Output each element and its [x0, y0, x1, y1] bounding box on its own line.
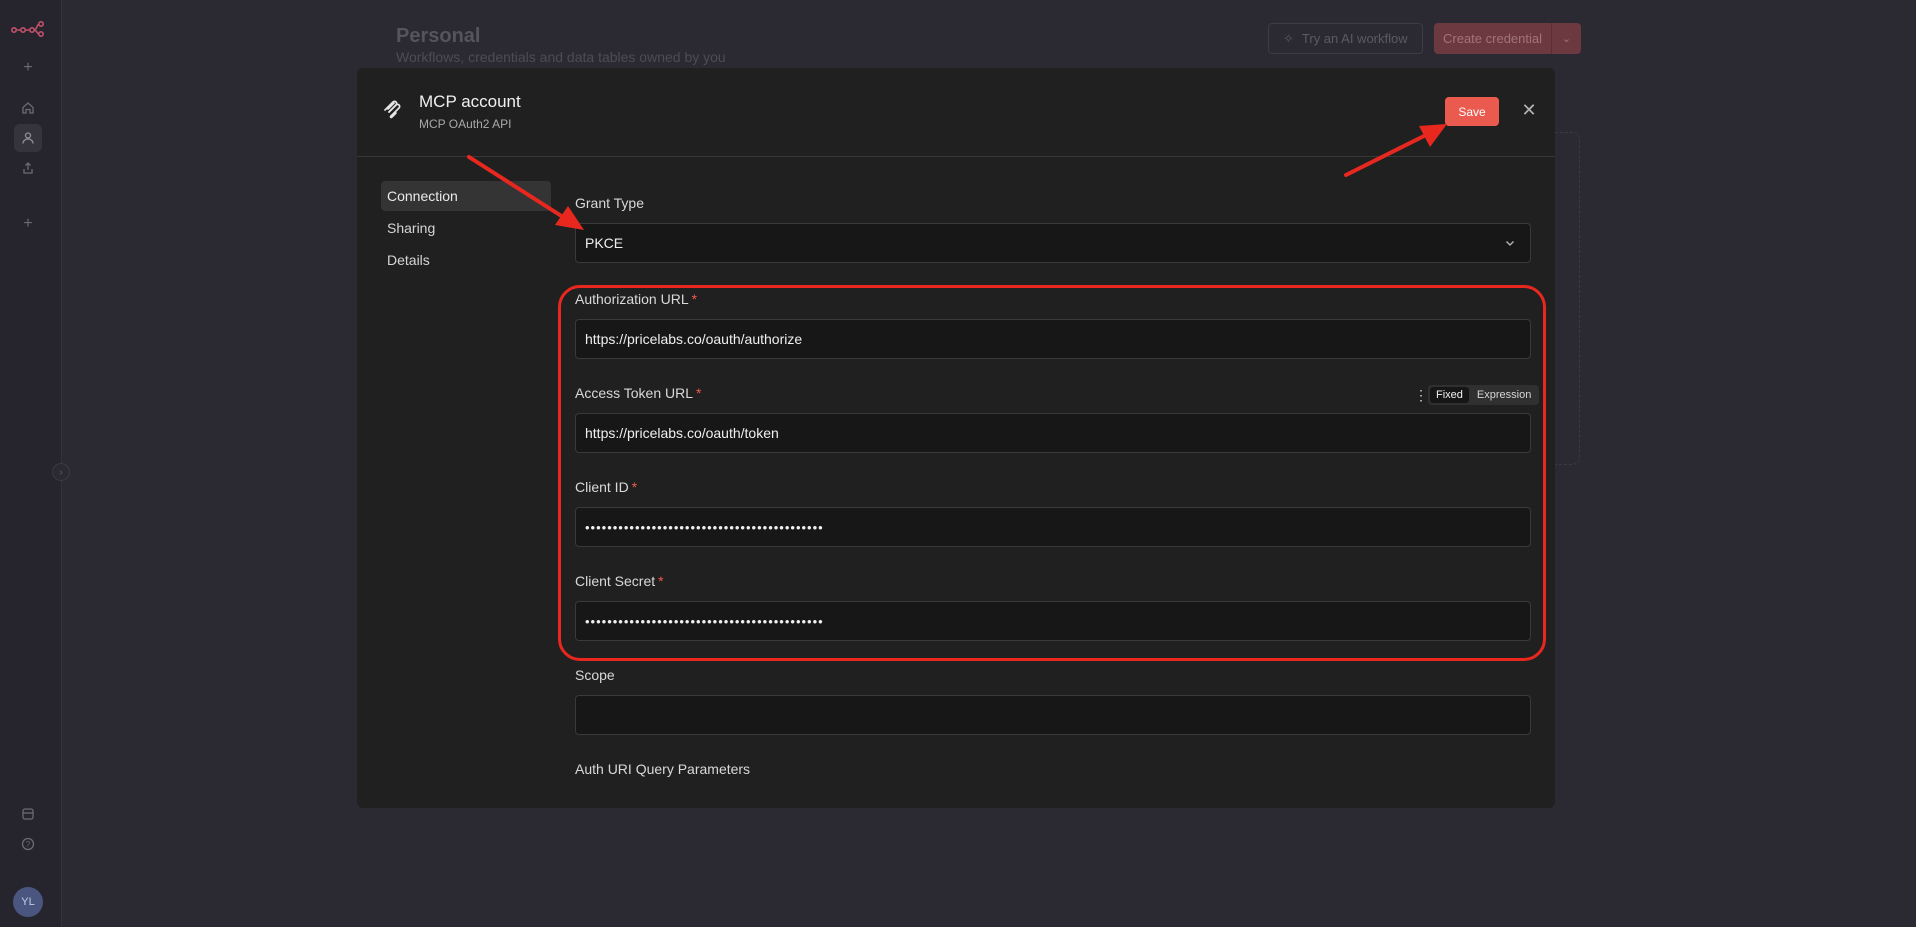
required-marker: * — [696, 385, 702, 401]
client-id-input[interactable]: ••••••••••••••••••••••••••••••••••••••••… — [575, 507, 1531, 547]
add-icon[interactable]: + — [14, 54, 42, 82]
help-icon[interactable]: ? — [14, 830, 42, 858]
required-marker: * — [631, 479, 638, 495]
n8n-logo[interactable] — [10, 19, 45, 42]
required-marker: * — [658, 573, 664, 589]
user-avatar[interactable]: YL — [13, 887, 43, 917]
mcp-icon — [382, 100, 404, 122]
required-marker: * — [691, 291, 698, 307]
mode-fixed[interactable]: Fixed — [1430, 387, 1469, 403]
client-id-label-text: Client ID — [575, 479, 629, 495]
chevron-down-icon — [1502, 235, 1518, 251]
try-ai-workflow-button[interactable]: ✧ Try an AI workflow — [1268, 23, 1423, 54]
create-credential-button[interactable]: Create credential — [1434, 23, 1551, 54]
grant-type-select[interactable]: PKCE — [575, 223, 1531, 263]
tab-details[interactable]: Details — [381, 245, 551, 275]
page-subtitle: Workflows, credentials and data tables o… — [396, 49, 726, 65]
left-sidebar: + + ? YL — [0, 0, 62, 927]
modal-subtitle: MCP OAuth2 API — [419, 117, 512, 131]
chevron-down-icon[interactable]: ⌄ — [1551, 23, 1581, 54]
user-icon[interactable] — [14, 124, 42, 152]
sidebar-collapse-icon[interactable]: › — [52, 463, 70, 481]
authorization-url-label-text: Authorization URL — [575, 291, 689, 307]
home-icon[interactable] — [14, 94, 42, 122]
field-mode-controls: ⋮ Fixed Expression — [1414, 385, 1540, 405]
tab-sharing[interactable]: Sharing — [381, 213, 551, 243]
page-title: Personal — [396, 25, 481, 47]
client-secret-label: Client Secret * — [575, 573, 664, 589]
mode-expression[interactable]: Expression — [1471, 387, 1537, 403]
sparkle-icon: ✧ — [1283, 30, 1294, 46]
authorization-url-input[interactable]: https://pricelabs.co/oauth/authorize — [575, 319, 1531, 359]
client-secret-input[interactable]: ••••••••••••••••••••••••••••••••••••••••… — [575, 601, 1531, 641]
auth-uri-query-params-label: Auth URI Query Parameters — [575, 761, 751, 777]
close-icon[interactable]: ✕ — [1517, 98, 1541, 122]
access-token-url-input[interactable]: https://pricelabs.co/oauth/token — [575, 413, 1531, 453]
credential-modal: MCP account MCP OAuth2 API Save ✕ Connec… — [357, 68, 1555, 808]
client-secret-label-text: Client Secret — [575, 573, 656, 589]
access-token-url-label: Access Token URL * — [575, 385, 701, 401]
modal-tabs: Connection Sharing Details — [381, 181, 551, 277]
access-token-url-label-text: Access Token URL — [575, 385, 694, 401]
fixed-expression-toggle[interactable]: Fixed Expression — [1428, 385, 1540, 405]
tab-connection[interactable]: Connection — [381, 181, 551, 211]
grant-type-label: Grant Type — [575, 195, 645, 211]
modal-header: MCP account MCP OAuth2 API Save ✕ — [357, 68, 1555, 157]
authorization-url-label: Authorization URL * — [575, 291, 697, 307]
templates-icon[interactable] — [14, 800, 42, 828]
add-project-icon[interactable]: + — [14, 210, 42, 238]
grant-type-value: PKCE — [585, 235, 624, 251]
scope-label: Scope — [575, 667, 615, 683]
share-icon[interactable] — [14, 154, 42, 182]
client-id-label: Client ID * — [575, 479, 637, 495]
more-options-icon[interactable]: ⋮ — [1414, 387, 1428, 404]
svg-text:?: ? — [26, 840, 31, 849]
modal-title: MCP account — [419, 92, 521, 111]
save-button[interactable]: Save — [1445, 97, 1499, 126]
scope-input[interactable] — [575, 695, 1531, 735]
try-ai-workflow-label: Try an AI workflow — [1301, 31, 1408, 46]
